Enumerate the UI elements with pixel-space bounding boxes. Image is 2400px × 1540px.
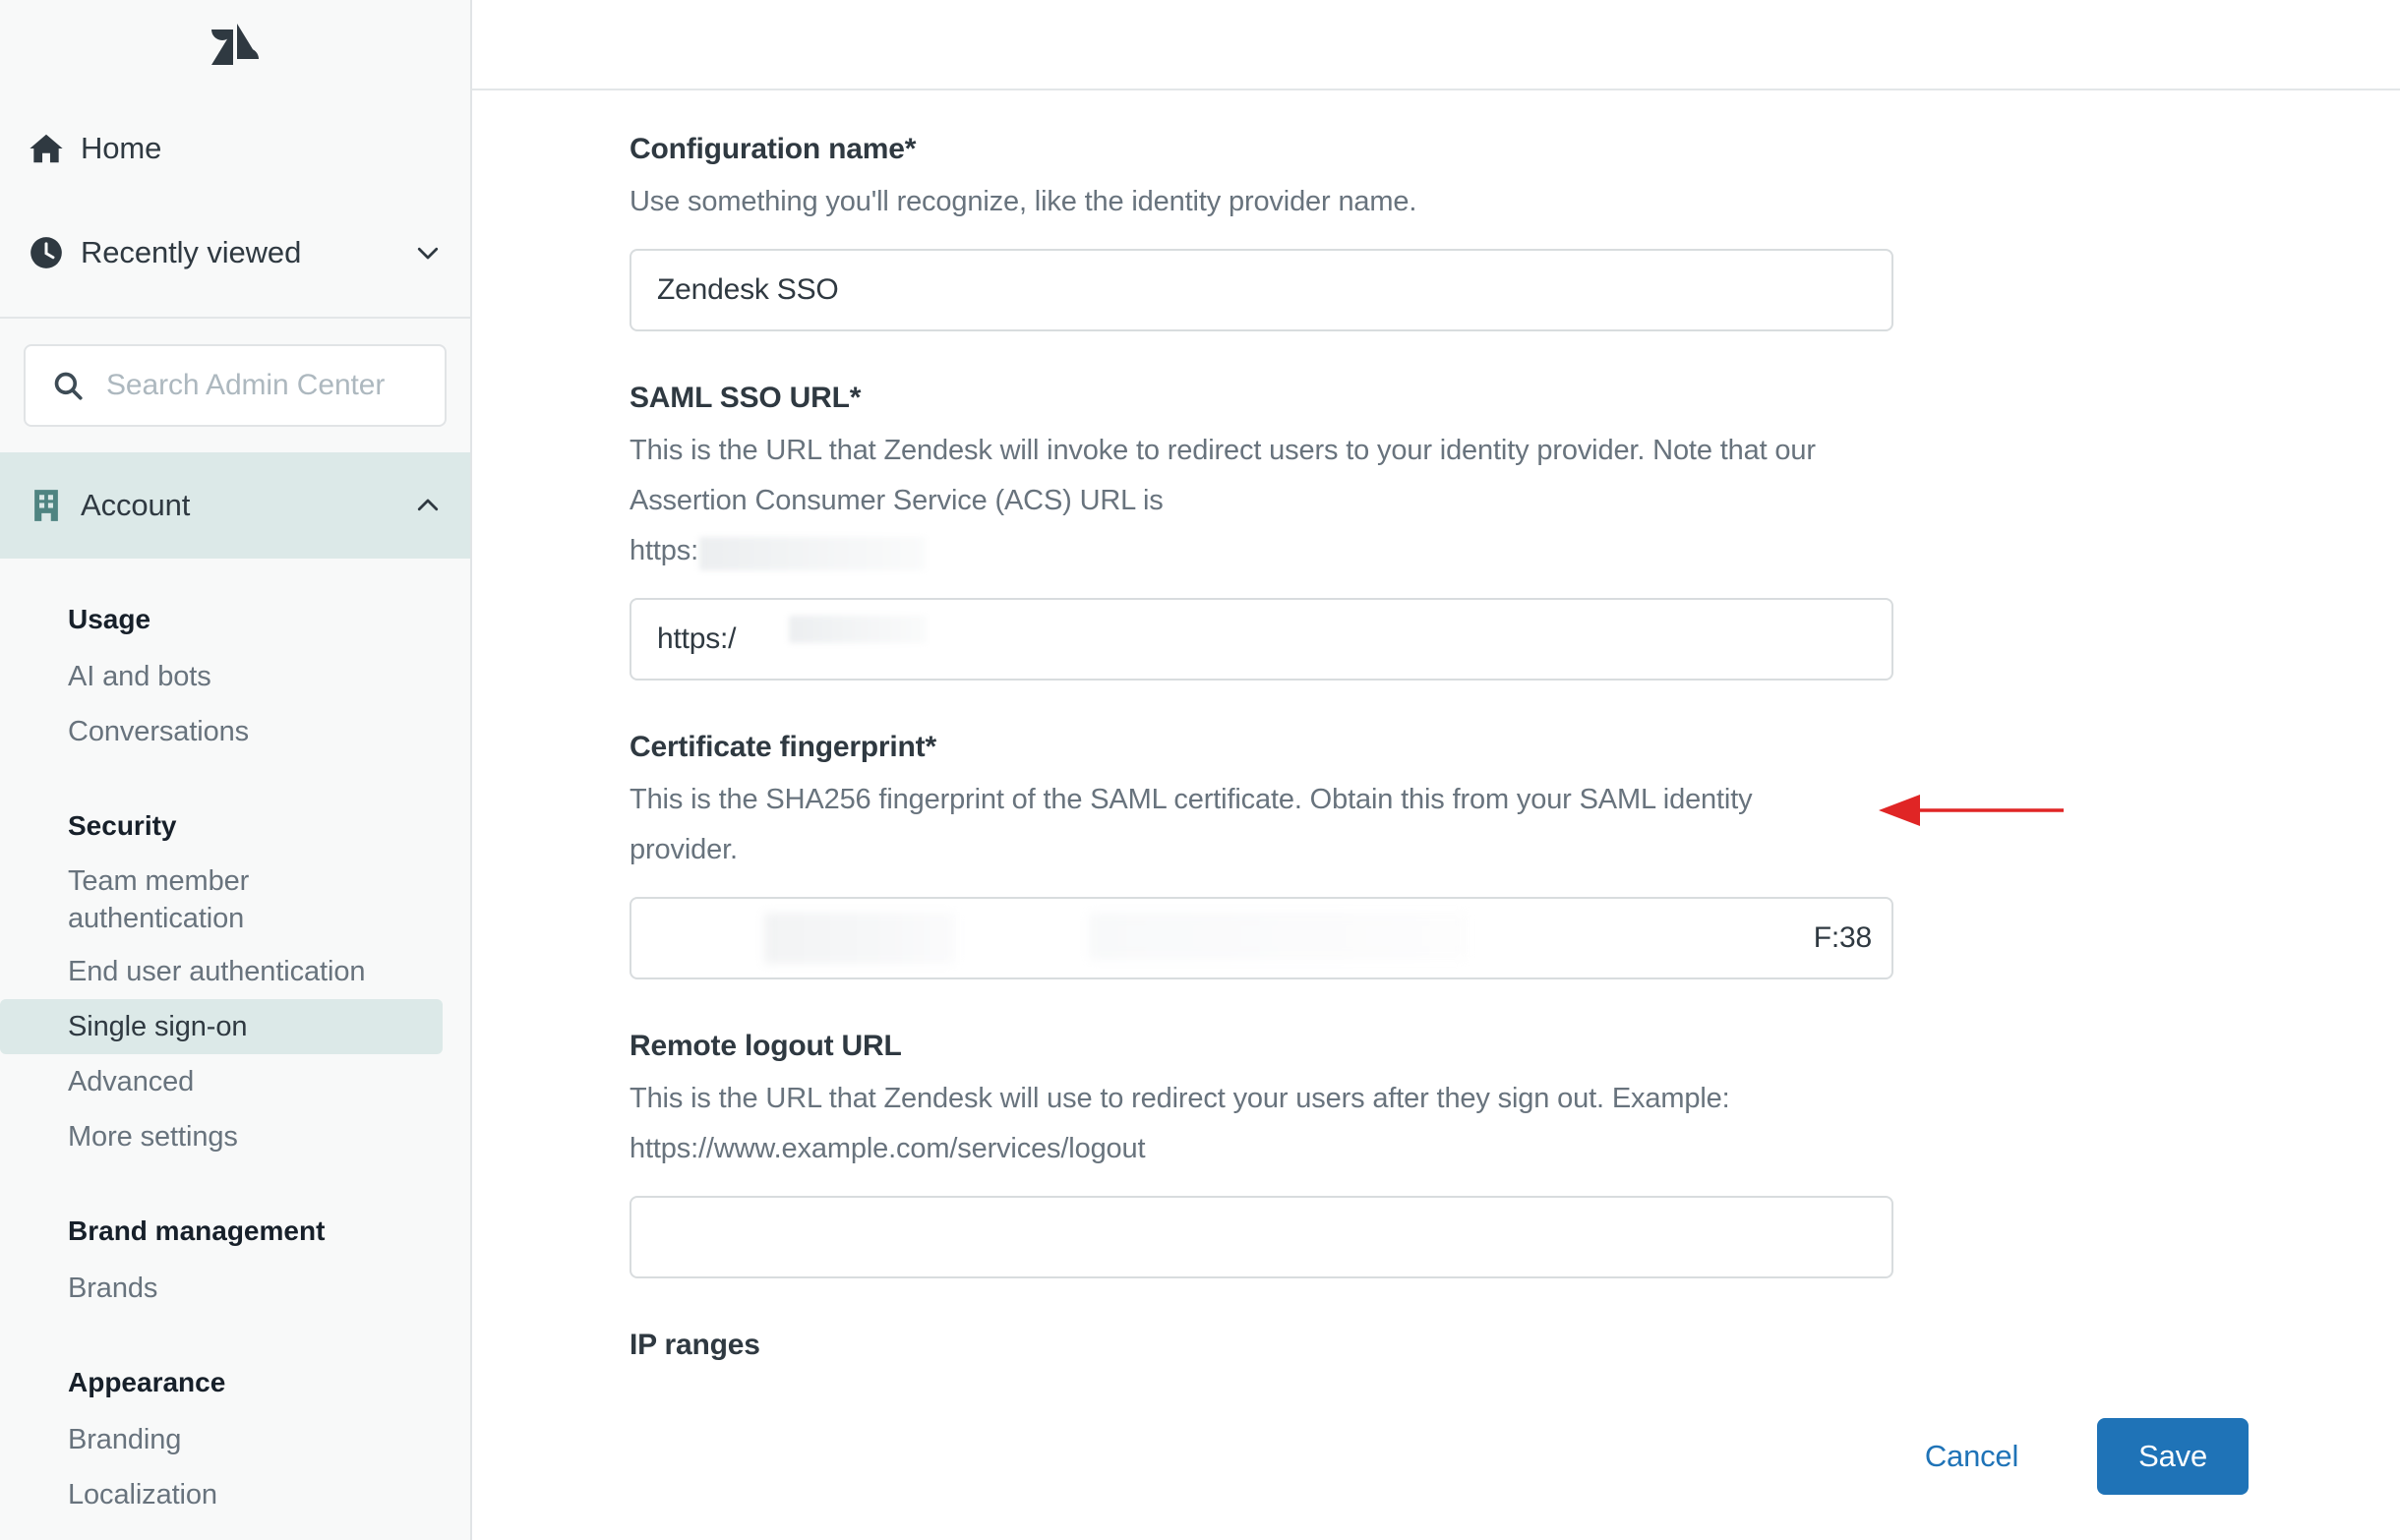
top-bar [472, 0, 2400, 90]
remote-logout-url-help-line-1: This is the URL that Zendesk will use to… [630, 1083, 1730, 1114]
remote-logout-url-label: Remote logout URL [630, 1030, 902, 1062]
saml-sso-url-value: https:/ [657, 622, 737, 655]
save-button[interactable]: Save [2097, 1418, 2249, 1495]
chevron-up-icon[interactable] [413, 491, 443, 520]
saml-sso-url-help-line-1: This is the URL that Zendesk will invoke… [630, 435, 1816, 466]
field-certificate-fingerprint: Certificate fingerprint* This is the SHA… [630, 726, 2400, 979]
sidebar-item-localization[interactable]: Localization [0, 1467, 443, 1522]
configuration-name-help: Use something you'll recognize, like the… [630, 186, 1417, 217]
sidebar-item-conversations[interactable]: Conversations [0, 704, 443, 759]
field-configuration-name: Configuration name* Use something you'll… [630, 128, 2400, 331]
redacted-acs-url [699, 537, 927, 571]
remote-logout-url-help-line-2: https://www.example.com/services/logout [630, 1133, 1146, 1164]
sidebar-item-ai-and-bots[interactable]: AI and bots [0, 649, 443, 704]
sidebar-sub-nav: Usage AI and bots Conversations Security… [0, 596, 470, 1522]
acs-url-prefix: https: [630, 535, 699, 566]
main-content: Configuration name* Use something you'll… [472, 0, 2400, 1540]
cancel-button[interactable]: Cancel [1903, 1423, 2040, 1490]
building-icon [28, 487, 81, 524]
redacted-fingerprint-part-1 [764, 913, 956, 964]
sidebar-item-single-sign-on[interactable]: Single sign-on [0, 999, 443, 1054]
saml-sso-url-help-line-2: Assertion Consumer Service (ACS) URL is [630, 485, 1164, 516]
search-input[interactable]: Search Admin Center [24, 344, 447, 427]
sidebar-item-more-settings[interactable]: More settings [0, 1109, 443, 1164]
sidebar-search: Search Admin Center [0, 319, 470, 427]
sidebar-primary-nav: Home Recently viewed [0, 89, 470, 305]
certificate-fingerprint-help: This is the SHA256 fingerprint of the SA… [630, 784, 1753, 865]
chevron-down-icon[interactable] [403, 238, 443, 267]
redacted-saml-sso-url [789, 616, 927, 643]
search-input-placeholder: Search Admin Center [106, 369, 386, 401]
sidebar-item-brands[interactable]: Brands [0, 1261, 443, 1316]
remote-logout-url-input[interactable] [630, 1196, 1893, 1278]
sidebar-item-advanced[interactable]: Advanced [0, 1054, 443, 1109]
form-footer: Cancel Save [472, 1373, 2400, 1540]
sidebar-item-end-user-authentication[interactable]: End user authentication [0, 944, 443, 999]
sidebar-section-usage-heading: Usage [68, 604, 151, 634]
certificate-fingerprint-visible-tail: F:38 [1813, 921, 1872, 954]
ip-ranges-label: IP ranges [630, 1329, 760, 1361]
certificate-fingerprint-label: Certificate fingerprint* [630, 731, 936, 763]
sidebar-item-home-label: Home [81, 131, 162, 165]
zendesk-logo[interactable] [0, 0, 470, 89]
configuration-name-input[interactable]: Zendesk SSO [630, 249, 1893, 331]
sidebar-item-recently-viewed[interactable]: Recently viewed [0, 201, 470, 305]
sidebar-section-appearance-heading: Appearance [68, 1367, 226, 1397]
sidebar-item-recently-viewed-label: Recently viewed [81, 235, 302, 269]
sidebar-item-account[interactable]: Account [0, 452, 470, 559]
sso-settings-form: Configuration name* Use something you'll… [472, 90, 2400, 1540]
sidebar-item-team-member-authentication[interactable]: Team member authentication [0, 856, 295, 944]
home-icon [28, 130, 81, 167]
clock-icon [28, 234, 81, 271]
saml-sso-url-help-line-3: https: [630, 526, 1849, 576]
saml-sso-url-label: SAML SSO URL* [630, 382, 862, 414]
redacted-fingerprint-part-2 [1089, 913, 1468, 960]
sidebar-section-brand-management-heading: Brand management [68, 1215, 326, 1246]
configuration-name-label: Configuration name* [630, 133, 917, 165]
configuration-name-value: Zendesk SSO [657, 273, 839, 306]
field-remote-logout-url: Remote logout URL This is the URL that Z… [630, 1025, 2400, 1278]
sidebar-item-branding[interactable]: Branding [0, 1412, 443, 1467]
sidebar-item-account-label: Account [81, 488, 191, 522]
certificate-fingerprint-input[interactable]: F:38 [630, 897, 1893, 979]
sidebar-section-security-heading: Security [68, 810, 177, 841]
search-icon [51, 369, 85, 402]
sidebar: Home Recently viewed Search Admin Center… [0, 0, 472, 1540]
sidebar-item-home[interactable]: Home [0, 96, 470, 201]
saml-sso-url-input[interactable]: https:/ [630, 598, 1893, 681]
field-saml-sso-url: SAML SSO URL* This is the URL that Zende… [630, 377, 2400, 681]
admin-center-app: Home Recently viewed Search Admin Center… [0, 0, 2400, 1540]
